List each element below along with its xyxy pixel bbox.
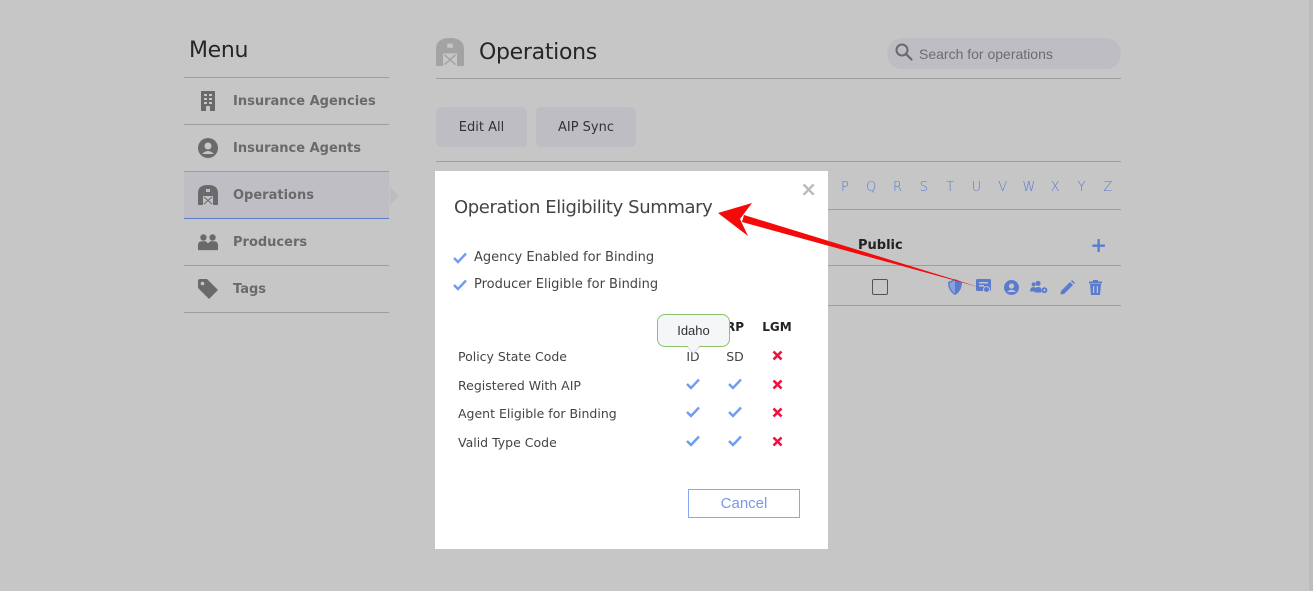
x-icon <box>757 349 797 364</box>
certificate-icon[interactable] <box>974 278 992 296</box>
sidebar-item-operations[interactable]: Operations <box>184 172 399 219</box>
sidebar-item-insurance-agencies[interactable]: Insurance Agencies <box>184 78 389 125</box>
users-icon <box>198 232 218 252</box>
check-item-label: Producer Eligible for Binding <box>474 277 659 292</box>
eligibility-row: Valid Type Code <box>458 432 808 461</box>
eligibility-row-label: Agent Eligible for Binding <box>458 406 617 421</box>
eligibility-checklist: Agency Enabled for Binding Producer Elig… <box>453 244 658 298</box>
scrollbar[interactable] <box>1309 0 1313 591</box>
close-icon[interactable]: × <box>800 177 817 201</box>
eligibility-table: RP LGM Policy State Code ID SD Registered W… <box>458 316 808 460</box>
check-icon <box>673 378 713 393</box>
users-cog-icon[interactable] <box>1030 278 1048 296</box>
alpha-filter-y[interactable]: Y <box>1068 180 1094 210</box>
search-icon <box>895 43 913 65</box>
eligibility-row-label: Registered With AIP <box>458 377 581 393</box>
alpha-filter-r[interactable]: R <box>884 180 910 210</box>
alpha-filter-v[interactable]: V <box>990 180 1016 210</box>
eligibility-summary-modal: × Operation Eligibility Summary Agency E… <box>435 171 828 549</box>
user-circle-icon[interactable] <box>1002 278 1020 296</box>
check-item: Producer Eligible for Binding <box>453 271 658 298</box>
modal-title: Operation Eligibility Summary <box>454 197 713 218</box>
check-icon <box>715 378 755 393</box>
alpha-filter-t[interactable]: T <box>937 180 963 210</box>
alpha-filter-z[interactable]: Z <box>1095 180 1121 210</box>
building-icon <box>198 91 218 111</box>
eligibility-table-header: RP LGM <box>458 316 808 346</box>
barn-icon <box>198 185 218 205</box>
sidebar-item-label: Tags <box>233 281 267 297</box>
sidebar-menu: Menu Insurance Agencies Insurance Agents… <box>184 38 399 313</box>
eligibility-row-label: Policy State Code <box>458 349 567 364</box>
sidebar-item-label: Insurance Agents <box>233 140 361 156</box>
check-icon <box>715 435 755 450</box>
check-icon <box>673 435 713 450</box>
alpha-filter-q[interactable]: Q <box>858 180 884 210</box>
x-icon <box>757 406 797 421</box>
check-icon <box>453 279 467 291</box>
tag-icon <box>198 279 218 299</box>
shield-icon[interactable] <box>946 278 964 296</box>
column-header-lgm: LGM <box>762 320 792 334</box>
check-item: Agency Enabled for Binding <box>453 244 658 271</box>
pencil-icon[interactable] <box>1058 278 1076 296</box>
eligibility-row: Registered With AIP <box>458 375 808 404</box>
check-item-label: Agency Enabled for Binding <box>474 250 655 265</box>
x-icon <box>757 435 797 450</box>
public-checkbox[interactable] <box>872 279 888 295</box>
alpha-filter-u[interactable]: U <box>963 180 989 210</box>
barn-icon <box>436 38 464 70</box>
main-content: Operations Edit All AIP Sync O P Q R S T… <box>436 30 1121 306</box>
state-code: SD <box>726 349 744 364</box>
alpha-filter-x[interactable]: X <box>1042 180 1068 210</box>
column-header-public: Public <box>858 238 903 253</box>
sidebar-item-insurance-agents[interactable]: Insurance Agents <box>184 125 389 172</box>
alpha-filter-s[interactable]: S <box>911 180 937 210</box>
search-input[interactable] <box>919 45 1109 62</box>
alpha-filter-w[interactable]: W <box>1016 180 1042 210</box>
sidebar-item-label: Operations <box>233 187 314 203</box>
alpha-filter-p[interactable]: P <box>832 180 858 210</box>
sidebar-item-label: Producers <box>233 234 308 250</box>
sidebar-item-producers[interactable]: Producers <box>184 219 389 266</box>
check-icon <box>673 406 713 421</box>
add-operation-button[interactable]: + <box>1090 233 1107 257</box>
row-actions <box>946 278 1104 296</box>
x-icon <box>757 378 797 393</box>
user-circle-icon <box>198 138 218 158</box>
eligibility-row: Policy State Code ID SD <box>458 346 808 375</box>
check-icon <box>453 252 467 264</box>
aip-sync-button[interactable]: AIP Sync <box>536 107 636 147</box>
sidebar-item-tags[interactable]: Tags <box>184 266 389 313</box>
toolbar: Edit All AIP Sync <box>436 107 636 147</box>
menu-title: Menu <box>184 38 389 78</box>
eligibility-row: Agent Eligible for Binding <box>458 403 808 432</box>
edit-all-button[interactable]: Edit All <box>436 107 527 147</box>
cancel-button[interactable]: Cancel <box>688 489 800 518</box>
eligibility-row-label: Valid Type Code <box>458 434 557 450</box>
page-header: Operations <box>436 30 1121 79</box>
search-box[interactable] <box>887 38 1121 69</box>
page-title: Operations <box>479 40 597 65</box>
tooltip: Idaho <box>657 314 730 347</box>
trash-icon[interactable] <box>1086 278 1104 296</box>
sidebar-item-label: Insurance Agencies <box>233 93 376 109</box>
divider <box>436 161 1121 162</box>
check-icon <box>715 406 755 421</box>
